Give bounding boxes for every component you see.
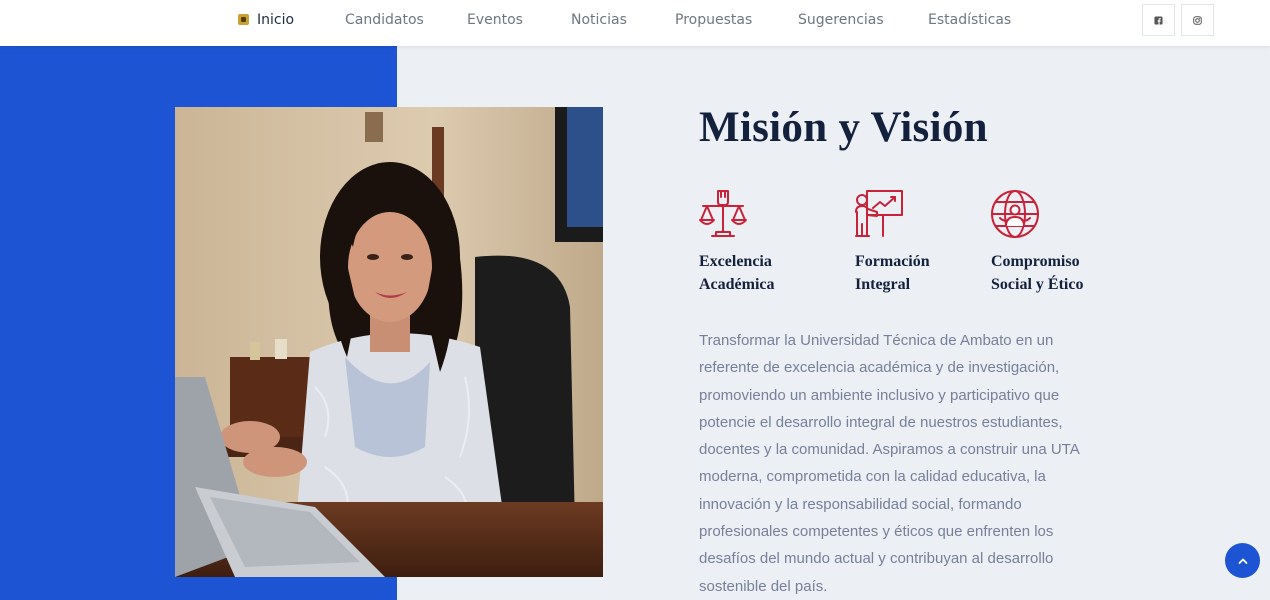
nav-item-sugerencias[interactable]: Sugerencias xyxy=(798,12,884,28)
home-icon xyxy=(238,14,249,25)
top-navbar: Inicio Candidatos Eventos Noticias Propu… xyxy=(0,0,1270,46)
nav-item-propuestas[interactable]: Propuestas xyxy=(675,12,752,28)
nav-item-eventos[interactable]: Eventos xyxy=(467,12,523,28)
globe-people-icon xyxy=(991,190,1039,238)
chevron-up-icon xyxy=(1238,558,1247,564)
instagram-icon xyxy=(1193,15,1202,25)
feature-excelencia xyxy=(697,188,749,240)
nav-item-inicio[interactable]: Inicio xyxy=(238,12,294,28)
feature-label-excelencia: Excelencia Académica xyxy=(699,253,775,293)
portrait-illustration xyxy=(175,107,603,577)
nav-item-candidatos[interactable]: Candidatos xyxy=(345,12,424,28)
facebook-icon xyxy=(1154,15,1163,25)
instagram-button[interactable] xyxy=(1181,4,1214,36)
teacher-presentation-icon xyxy=(855,190,903,237)
facebook-button[interactable] xyxy=(1142,4,1175,36)
mission-vision-description: Transformar la Universidad Técnica de Am… xyxy=(699,332,1080,595)
scales-of-justice-icon xyxy=(699,190,747,237)
feature-compromiso xyxy=(989,188,1041,240)
feature-label-compromiso: Compromiso Social y Ético xyxy=(991,253,1084,293)
rector-portrait-photo xyxy=(175,107,603,577)
section-title: Misión y Visión xyxy=(699,104,988,151)
feature-formacion xyxy=(853,188,905,240)
nav-item-estadisticas[interactable]: Estadísticas xyxy=(928,12,1011,28)
scroll-to-top-button[interactable] xyxy=(1225,543,1260,578)
feature-label-formacion: Formación Integral xyxy=(855,253,930,293)
nav-item-noticias[interactable]: Noticias xyxy=(571,12,627,28)
